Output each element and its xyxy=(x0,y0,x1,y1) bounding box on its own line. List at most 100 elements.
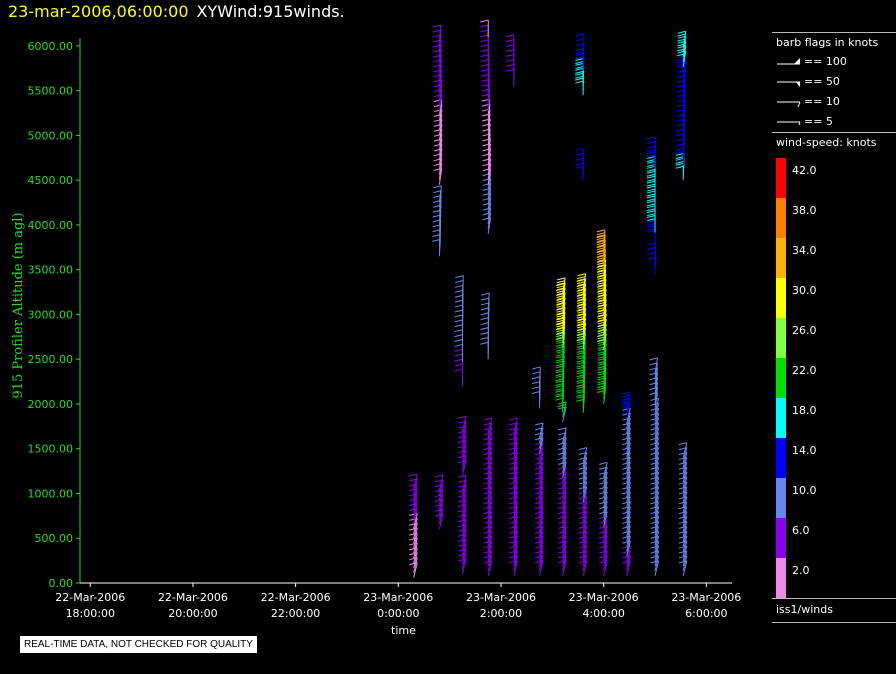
x-tick-label: 2:00:00 xyxy=(480,607,522,620)
colorbar-label: 38.0 xyxy=(792,204,817,217)
y-tick-label: 3000.00 xyxy=(28,308,74,321)
wind-barb-feather xyxy=(505,49,515,52)
wind-barb-feather xyxy=(620,394,629,398)
wind-barb-feather xyxy=(531,390,541,394)
colorbar-swatch xyxy=(776,558,786,598)
wind-barb-feather xyxy=(575,147,584,151)
y-tick-label: 2500.00 xyxy=(28,353,74,366)
wind-barb-feather xyxy=(677,30,686,34)
wind-barb-feather xyxy=(457,415,467,419)
wind-barb-feather xyxy=(505,58,515,62)
flag-5: == 5 xyxy=(776,114,894,132)
x-axis-label: time xyxy=(391,624,416,637)
wind-barb-feather xyxy=(454,343,463,347)
wind-barb-feather xyxy=(621,391,630,395)
wind-barb-feather xyxy=(480,34,489,38)
wind-barb-feather xyxy=(578,447,587,451)
wind-barb-feather xyxy=(531,381,541,385)
wind-barb-feather xyxy=(557,277,566,281)
y-tick-label: 4000.00 xyxy=(28,219,74,232)
wind-barb-feather xyxy=(647,141,656,145)
y-tick-label: 4500.00 xyxy=(28,174,74,187)
colorbar-swatch xyxy=(776,198,786,238)
legend-panel: barb flags in knots == 100 == 50 == 10 =… xyxy=(772,26,896,626)
wind-barb-feather xyxy=(575,43,584,47)
wind-barb-feather xyxy=(506,63,515,67)
wind-barb-feather xyxy=(556,280,565,284)
x-tick-label: 23-Mar-2006 xyxy=(569,591,639,604)
colorbar-label: 6.0 xyxy=(792,524,810,537)
colorbar-label: 10.0 xyxy=(792,484,817,497)
colorbar-label: 26.0 xyxy=(792,324,817,337)
flag-50-icon xyxy=(777,81,800,87)
colorbar-label: 34.0 xyxy=(792,244,817,257)
wind-barb-feather xyxy=(480,331,489,335)
wind-barb-feather xyxy=(531,386,541,390)
colorbar-swatch xyxy=(776,278,786,318)
wind-barb-feather xyxy=(483,417,492,421)
wind-barb-feather xyxy=(647,241,656,245)
wind-barb-feather xyxy=(480,341,489,345)
colorbar-label: 22.0 xyxy=(792,364,817,377)
y-tick-label: 3500.00 xyxy=(28,264,74,277)
wind-barb-feather xyxy=(575,48,584,52)
wind-barb-feather xyxy=(454,329,463,333)
colorbar-swatch xyxy=(776,518,786,558)
wind-barb-feather xyxy=(480,29,489,33)
flag-10: == 10 xyxy=(776,94,894,112)
wind-barb-feather xyxy=(575,162,584,166)
wind-barb-feather xyxy=(575,33,584,37)
wind-barb-feather xyxy=(677,33,686,37)
wind-barb-feather xyxy=(454,304,463,308)
wind-barb-plot: 0.00 500.00 1000.00 1500.00 2000.00 2500.00 30… xyxy=(11,19,741,637)
wind-barb-feather xyxy=(481,297,490,301)
wind-barb-feather xyxy=(575,38,584,42)
flag-10-icon xyxy=(777,101,801,108)
wind-barb-feather xyxy=(480,317,489,321)
colorbar-swatch xyxy=(776,478,786,518)
y-axis-label: 915 Profiler Altitude (m agl) xyxy=(11,212,26,398)
wind-barb-feather xyxy=(675,165,684,169)
wind-barb-feather xyxy=(505,39,515,43)
wind-barb-feather xyxy=(454,324,463,328)
x-tick-label: 23-Mar-2006 xyxy=(363,591,433,604)
wind-barb-feather xyxy=(454,289,464,293)
flag-50: == 50 xyxy=(776,74,894,92)
wind-barb-feather xyxy=(480,322,489,326)
wind-barb-feather xyxy=(454,284,464,288)
x-tick-label: 22-Mar-2006 xyxy=(55,591,125,604)
wind-barb-feather xyxy=(647,246,656,250)
wind-barb-feather xyxy=(575,80,584,84)
wind-barb-feather xyxy=(454,299,463,303)
colorbar-swatch xyxy=(776,438,786,478)
flag-100-icon xyxy=(777,58,800,65)
wind-barb-feather xyxy=(577,273,586,277)
wind-barb-feather xyxy=(575,157,584,161)
wind-barb-feather xyxy=(432,24,441,28)
wind-barb-feather xyxy=(558,427,567,431)
colorbar-swatch xyxy=(776,318,786,358)
wind-barb-feather xyxy=(457,474,467,478)
y-tick-label: 6000.00 xyxy=(28,40,74,53)
colorbar-swatch xyxy=(776,238,786,278)
wind-barb-feather xyxy=(650,397,659,401)
wind-barb-feather xyxy=(433,185,442,189)
wind-barb-feather xyxy=(505,34,514,38)
wind-barb-feather xyxy=(596,229,606,233)
y-tick-label: 5000.00 xyxy=(28,129,74,142)
wind-barb-feather xyxy=(480,54,489,57)
wind-barb-feather xyxy=(509,417,518,421)
wind-barb-feather xyxy=(454,358,463,362)
y-tick-label: 0.00 xyxy=(49,577,74,590)
wind-barb-feather xyxy=(532,376,541,380)
wind-barb-feather xyxy=(454,363,463,367)
x-tick-label: 23-Mar-2006 xyxy=(466,591,536,604)
wind-barb-feather xyxy=(434,474,444,478)
source-label: iss1/winds xyxy=(776,603,833,616)
wind-barb-feather xyxy=(480,302,490,306)
wind-barb-feather xyxy=(454,353,463,357)
wind-barb-feather xyxy=(532,371,541,375)
wind-barb-feather xyxy=(647,136,656,140)
wind-barb-feather xyxy=(678,442,687,446)
wind-barb-feather xyxy=(454,334,463,338)
